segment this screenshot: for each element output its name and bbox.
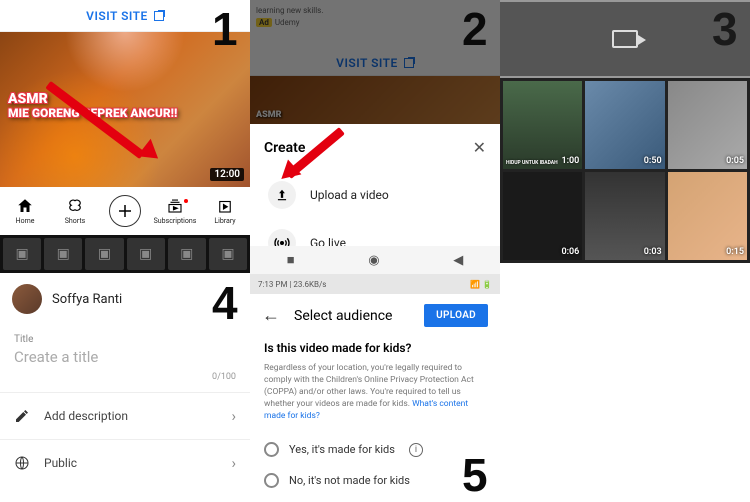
subscriptions-icon — [166, 197, 184, 215]
nav-home-label: Home — [16, 217, 35, 225]
camera-icon[interactable] — [612, 30, 638, 48]
step-number-4: 4 — [212, 276, 238, 330]
external-link-icon — [154, 11, 164, 21]
nav-subscriptions[interactable]: Subscriptions — [150, 197, 200, 225]
status-bar: 7:13 PM | 23.6KB/s 📶 🔋 — [250, 274, 500, 294]
grid-cell[interactable]: 0:50 — [585, 81, 664, 169]
filmstrip-cell[interactable]: ▣ — [3, 238, 41, 270]
description-label: Add description — [44, 409, 128, 423]
radio-yes-label: Yes, it's made for kids — [289, 443, 395, 456]
grid-cell[interactable]: 0:03 — [585, 172, 664, 260]
step-number-1: 1 — [212, 2, 238, 56]
create-button[interactable] — [109, 195, 141, 227]
upload-button[interactable]: UPLOAD — [424, 304, 488, 327]
duration-badge: 12:00 — [210, 168, 244, 181]
home-button[interactable]: ◉ — [368, 253, 379, 268]
chevron-right-icon: › — [231, 454, 236, 472]
upload-icon — [268, 181, 296, 209]
cell-duration: 0:05 — [726, 156, 744, 166]
shorts-icon — [66, 197, 84, 215]
nav-subscriptions-label: Subscriptions — [154, 217, 197, 225]
library-icon — [216, 197, 234, 215]
filmstrip-cell[interactable]: ▣ — [209, 238, 247, 270]
video-grid: HIDUP UNTUK IBADAH1:00 0:50 0:05 0:06 0:… — [500, 78, 750, 263]
title-counter: 0/100 — [14, 372, 236, 382]
grid-cell[interactable]: 0:05 — [668, 81, 747, 169]
nav-create[interactable] — [100, 195, 150, 227]
chevron-right-icon: › — [231, 407, 236, 425]
cell-duration: 0:15 — [726, 247, 744, 257]
grid-cell[interactable]: 0:06 — [503, 172, 582, 260]
radio-no-label: No, it's not made for kids — [289, 474, 410, 487]
user-name: Soffya Ranti — [52, 292, 122, 307]
filmstrip-cell[interactable]: ▣ — [44, 238, 82, 270]
pencil-icon — [14, 408, 30, 424]
recents-button[interactable]: ■ — [287, 252, 295, 268]
filmstrip-cell[interactable]: ▣ — [168, 238, 206, 270]
nav-shorts[interactable]: Shorts — [50, 197, 100, 225]
radio-yes-kids[interactable]: Yes, it's made for kids i — [264, 434, 486, 465]
nav-shorts-label: Shorts — [65, 217, 85, 225]
visibility-row[interactable]: Public › — [0, 440, 250, 486]
plus-icon — [116, 202, 134, 220]
step-number-2: 2 — [462, 2, 488, 56]
upload-video-option[interactable]: Upload a video — [264, 171, 486, 219]
filmstrip-cell[interactable]: ▣ — [85, 238, 123, 270]
nav-library[interactable]: Library — [200, 197, 250, 225]
visit-site-label: VISIT SITE — [86, 9, 148, 23]
header-title: Select audience — [294, 308, 410, 324]
step-number-5: 5 — [462, 448, 488, 502]
title-input[interactable]: Create a title — [14, 348, 236, 366]
audience-header: ← Select audience UPLOAD — [250, 294, 500, 337]
home-icon — [16, 197, 34, 215]
notification-dot — [184, 199, 188, 203]
cell-duration: 0:06 — [561, 247, 579, 257]
audience-question: Is this video made for kids? — [264, 341, 486, 355]
legal-text: Regardless of your location, you're lega… — [264, 363, 486, 422]
back-arrow-icon[interactable]: ← — [262, 305, 280, 326]
close-icon[interactable]: ✕ — [473, 138, 486, 157]
grid-cell[interactable]: 0:15 — [668, 172, 747, 260]
globe-icon — [14, 455, 30, 471]
radio-no-kids[interactable]: No, it's not made for kids — [264, 465, 486, 496]
back-button[interactable]: ◀ — [453, 253, 463, 268]
description-row[interactable]: Add description › — [0, 393, 250, 440]
cell-duration: 0:50 — [644, 156, 662, 166]
android-nav-bar: ■ ◉ ◀ — [250, 246, 500, 274]
title-field[interactable]: Title Create a title 0/100 — [0, 324, 250, 393]
radio-icon — [264, 473, 279, 488]
cell-duration: 1:00 — [561, 156, 579, 166]
info-icon[interactable]: i — [409, 443, 423, 457]
nav-home[interactable]: Home — [0, 197, 50, 225]
sheet-title: Create — [264, 140, 305, 156]
upload-video-label: Upload a video — [310, 188, 389, 202]
cell-duration: 0:03 — [644, 247, 662, 257]
bottom-nav: Home Shorts Subscriptions Library — [0, 187, 250, 235]
filmstrip-cell[interactable]: ▣ — [127, 238, 165, 270]
nav-library-label: Library — [214, 217, 235, 225]
filmstrip: ▣ ▣ ▣ ▣ ▣ ▣ — [0, 235, 250, 273]
avatar[interactable] — [12, 284, 42, 314]
title-field-label: Title — [14, 334, 236, 345]
radio-icon — [264, 442, 279, 457]
status-left: 7:13 PM | 23.6KB/s — [258, 280, 326, 289]
step-number-3: 3 — [712, 2, 738, 56]
status-right-icons: 📶 🔋 — [470, 280, 492, 289]
visibility-label: Public — [44, 456, 77, 470]
grid-cell[interactable]: HIDUP UNTUK IBADAH1:00 — [503, 81, 582, 169]
